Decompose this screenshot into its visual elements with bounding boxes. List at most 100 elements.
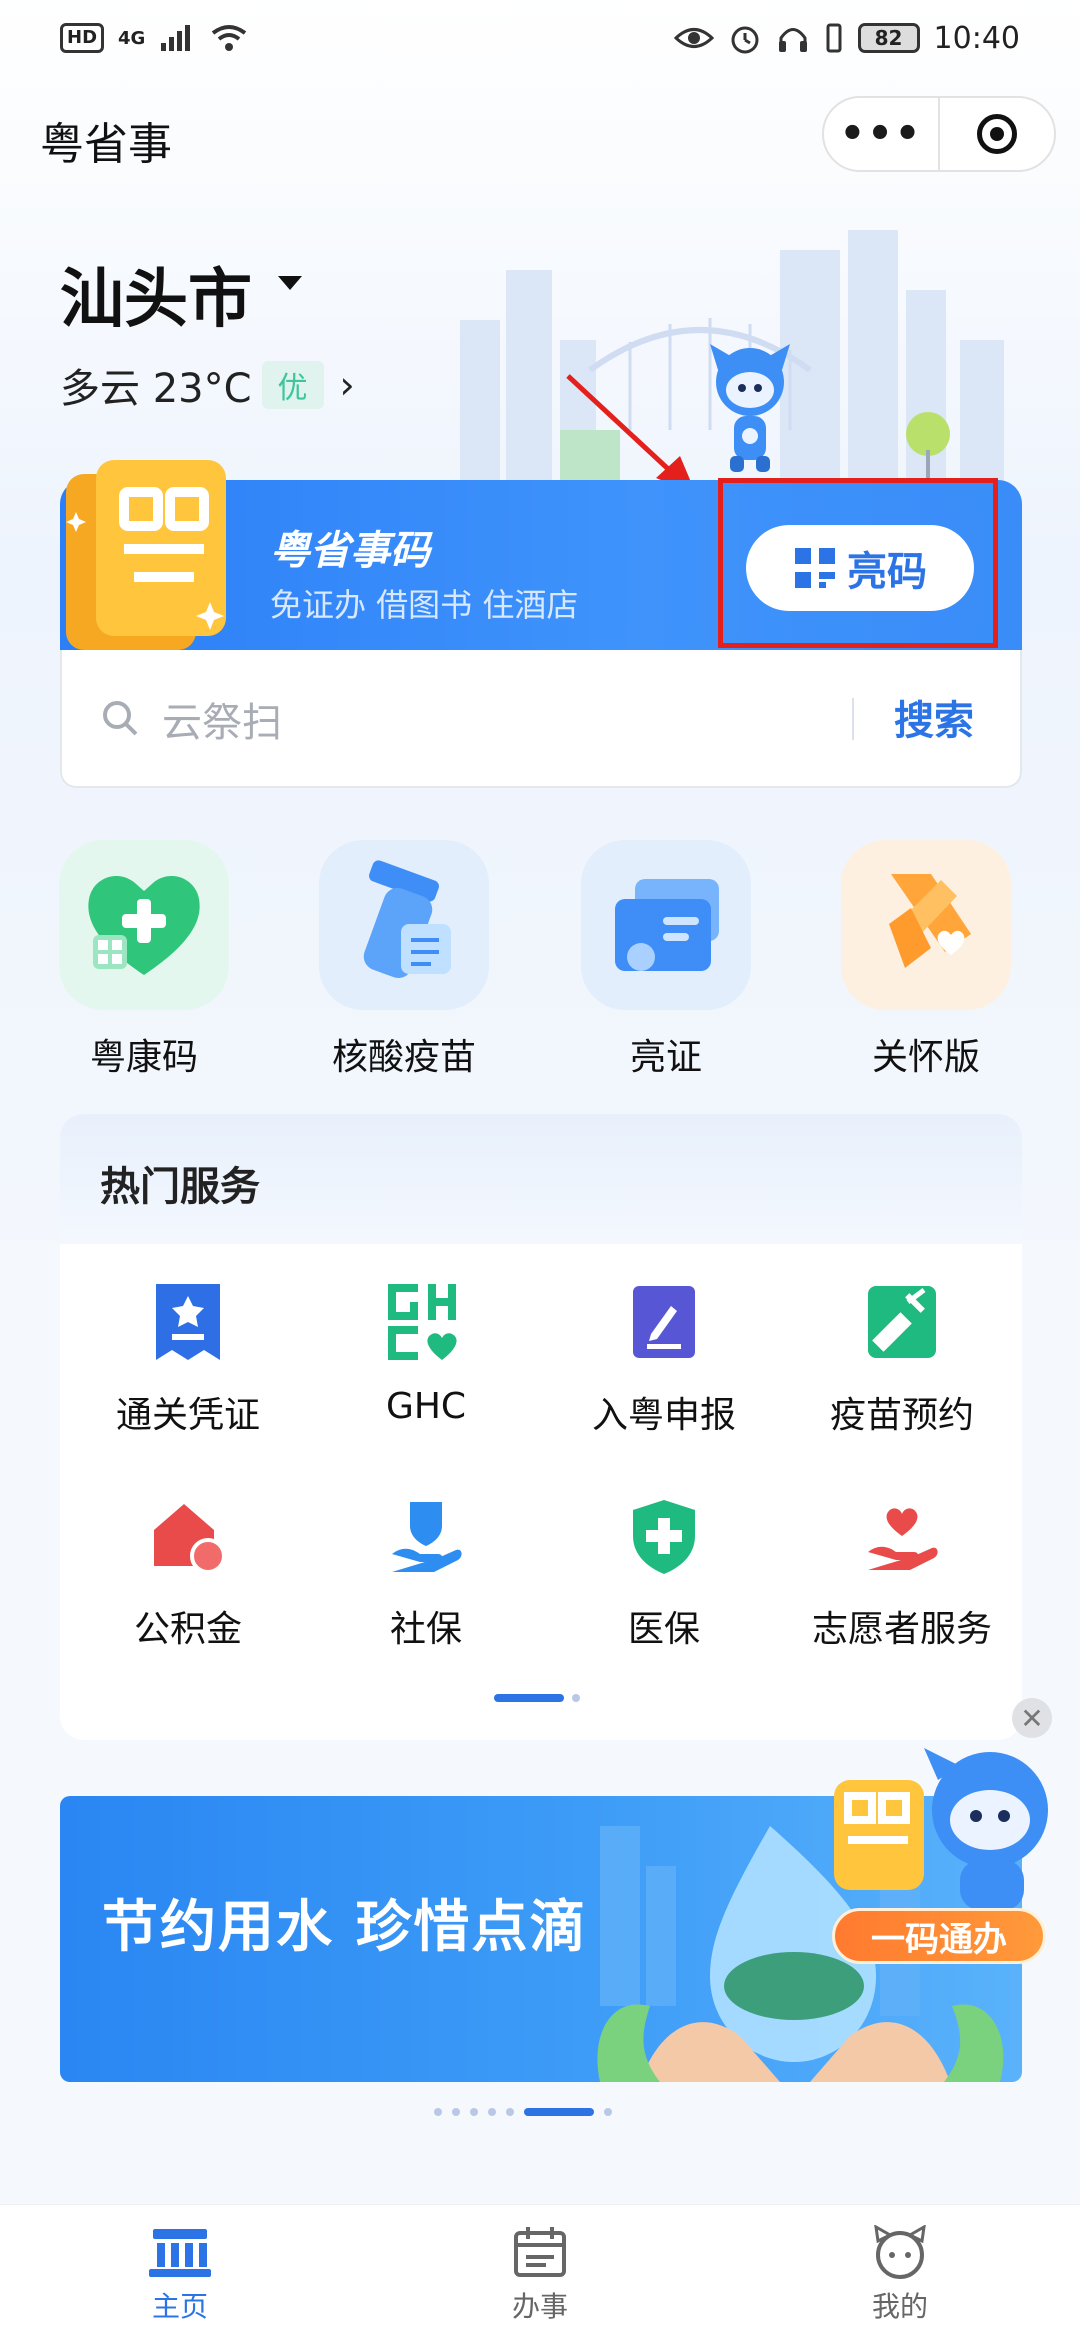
target-icon	[977, 114, 1017, 154]
banner-text: 节约用水 珍惜点滴	[102, 1895, 588, 1960]
hot-services-header: 热门服务	[60, 1114, 1022, 1244]
qr-code-icon	[795, 548, 835, 588]
green-heart-health-icon	[59, 840, 229, 1010]
chevron-right-icon: ›	[339, 363, 355, 407]
eye-icon	[673, 28, 714, 48]
one-code-promo-tag[interactable]: 一码通办	[832, 1908, 1046, 1964]
service-ghc[interactable]: GHC	[306, 1280, 546, 1480]
search-divider	[852, 698, 854, 740]
service-label: 通关凭证	[115, 1395, 260, 1436]
quick-entry-label: 关怀版	[871, 1037, 980, 1078]
search-input[interactable]: 云祭扫	[162, 690, 282, 748]
status-right: 82 10:40	[673, 20, 1020, 56]
show-code-button[interactable]: 亮码	[746, 525, 974, 611]
status-left: HD 4G	[60, 23, 249, 53]
house-fund-icon	[146, 1494, 230, 1578]
pager-dot[interactable]	[470, 2108, 478, 2116]
banner-pager	[434, 2108, 612, 2116]
aqi-badge: 优	[261, 361, 324, 409]
heart-hand-icon	[860, 1494, 944, 1578]
search-button[interactable]: 搜索	[894, 688, 974, 746]
mini-program-capsule: •••	[822, 96, 1056, 172]
quick-entry-care-version[interactable]: 关怀版	[826, 840, 1026, 1080]
syringe-icon	[860, 1280, 944, 1364]
close-icon[interactable]: ✕	[1012, 1698, 1052, 1738]
status-bar: HD 4G 82 10:40	[0, 0, 1080, 76]
service-medical-insurance[interactable]: 医保	[544, 1494, 784, 1694]
service-label: 医保	[627, 1609, 700, 1650]
hd-indicator: HD	[60, 23, 105, 53]
code-card-subtitle: 免证办 借图书 住酒店	[270, 586, 579, 624]
pager-dot[interactable]	[604, 2108, 612, 2116]
service-customs-pass[interactable]: 通关凭证	[68, 1280, 308, 1480]
medical-shield-icon	[622, 1494, 706, 1578]
code-card-title: 粤省事码	[270, 528, 430, 574]
service-enter-guangdong[interactable]: 入粤申报	[544, 1280, 784, 1480]
pager-dot[interactable]	[506, 2108, 514, 2116]
nav-home[interactable]: 主页	[0, 2205, 360, 2340]
vibrate-icon	[826, 23, 842, 53]
pager-dot[interactable]	[488, 2108, 496, 2116]
alarm-icon	[731, 26, 759, 54]
wifi-icon	[212, 25, 247, 51]
hot-services-panel: 通关凭证 GHC 入粤申报 疫苗预约 公积金 社保 医保 志愿者服务	[60, 1244, 1022, 1740]
hot-services-title: 热门服务	[100, 1164, 260, 1210]
yss-code-logo-icon	[66, 460, 226, 650]
pager-dot[interactable]	[434, 2108, 442, 2116]
ghc-logo-icon	[384, 1280, 468, 1364]
weather-text: 多云 23°C	[60, 366, 252, 412]
service-volunteer[interactable]: 志愿者服务	[782, 1494, 1022, 1694]
calendar-icon	[514, 2227, 566, 2277]
clock: 10:40	[933, 20, 1020, 56]
nav-profile[interactable]: 我的	[720, 2205, 1080, 2340]
test-tube-icon	[319, 840, 489, 1010]
battery-indicator: 82	[857, 23, 920, 53]
quick-entry-show-license[interactable]: 亮证	[566, 840, 766, 1080]
service-social-security[interactable]: 社保	[306, 1494, 546, 1694]
quick-entry-nucleic-vaccine[interactable]: 核酸疫苗	[304, 840, 504, 1080]
service-vaccine-appointment[interactable]: 疫苗预约	[782, 1280, 1022, 1480]
service-label: 志愿者服务	[811, 1609, 992, 1650]
app-title: 粤省事	[40, 119, 172, 170]
pager-dot-active[interactable]	[524, 2108, 594, 2116]
quick-entry-label: 粤康码	[89, 1037, 198, 1078]
bottom-navigation: 主页 办事 我的	[0, 2204, 1080, 2340]
close-program-button[interactable]	[940, 114, 1054, 154]
service-label: 疫苗预约	[829, 1395, 974, 1436]
service-label: 公积金	[133, 1609, 242, 1650]
ribbon-badge-icon	[146, 1280, 230, 1364]
nav-label: 我的	[871, 2290, 928, 2323]
show-code-label: 亮码	[847, 549, 927, 595]
search-icon	[103, 701, 138, 736]
quick-entry-label: 亮证	[629, 1037, 702, 1078]
headphones-icon	[778, 28, 807, 52]
weather-row[interactable]: 多云 23°C 优 ›	[60, 356, 355, 414]
nav-label: 办事	[511, 2290, 568, 2323]
city-selector[interactable]: 汕头市	[60, 248, 252, 340]
pager-dot-active[interactable]	[494, 1694, 564, 1702]
nav-label: 主页	[151, 2290, 208, 2323]
service-label: 社保	[389, 1609, 462, 1650]
quick-entry-label: 核酸疫苗	[331, 1037, 476, 1078]
care-ribbon-icon	[841, 840, 1011, 1010]
edit-form-icon	[622, 1280, 706, 1364]
search-bar: 云祭扫 搜索	[60, 650, 1022, 788]
quick-entry-health-code[interactable]: 粤康码	[44, 840, 244, 1080]
pager-dot[interactable]	[572, 1694, 580, 1702]
service-label: GHC	[385, 1386, 467, 1427]
nav-services[interactable]: 办事	[360, 2205, 720, 2340]
signal-icon	[161, 25, 191, 51]
id-card-icon	[581, 840, 751, 1010]
social-security-icon	[384, 1494, 468, 1578]
mascot-illustration	[710, 344, 790, 472]
service-label: 入粤申报	[591, 1395, 736, 1436]
more-dots-icon[interactable]: •••	[824, 98, 940, 170]
hot-services-pager	[494, 1694, 580, 1702]
profile-mascot-icon	[874, 2225, 926, 2279]
caret-down-icon[interactable]	[278, 276, 302, 290]
pager-dot[interactable]	[452, 2108, 460, 2116]
service-housing-fund[interactable]: 公积金	[68, 1494, 308, 1694]
mini-program-header: 粤省事 •••	[0, 96, 1080, 176]
network-label: 4G	[118, 27, 146, 49]
home-icon	[149, 2229, 211, 2277]
